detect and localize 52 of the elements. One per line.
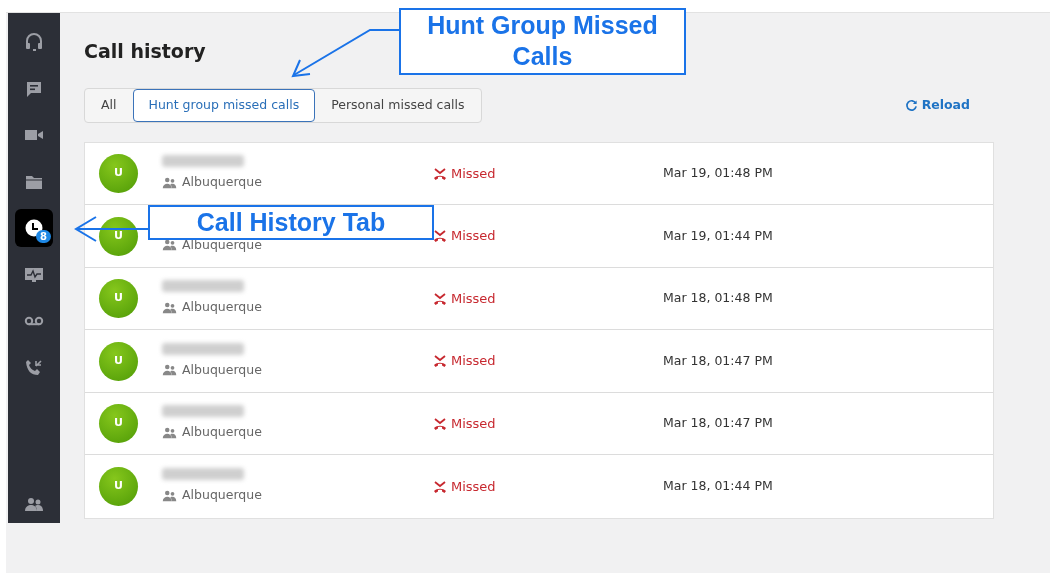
avatar: U	[99, 279, 138, 318]
call-time: Mar 19, 01:48 PM	[663, 164, 773, 183]
annotation-callout: Call History Tab	[148, 205, 434, 240]
avatar: U	[99, 154, 138, 193]
call-row[interactable]: U Albuquerque Missed Mar 18, 01:47 PM	[85, 392, 993, 456]
location-text: Albuquerque	[182, 173, 262, 192]
call-row[interactable]: U Albuquerque Missed Mar 19, 01:48 PM	[85, 142, 993, 206]
call-status: Missed	[451, 352, 496, 371]
filter-tab[interactable]: Personal missed calls	[315, 89, 481, 122]
reload-icon	[904, 98, 918, 112]
filter-tab[interactable]: Hunt group missed calls	[132, 89, 316, 122]
call-row[interactable]: U Albuquerque Missed Mar 18, 01:47 PM	[85, 330, 993, 393]
people-icon	[162, 489, 177, 502]
call-status: Missed	[451, 414, 496, 433]
missed-call-icon	[433, 291, 447, 306]
sidebar-item[interactable]: 8	[15, 209, 53, 247]
people-icon	[162, 239, 177, 251]
call-time: Mar 18, 01:48 PM	[663, 289, 773, 308]
people-icon	[162, 426, 177, 439]
location-text: Albuquerque	[182, 360, 262, 379]
call-time: Mar 18, 01:47 PM	[663, 414, 773, 433]
count-badge: 8	[36, 230, 51, 243]
avatar: U	[99, 216, 138, 256]
people-icon	[162, 301, 177, 314]
headset-icon	[24, 32, 44, 52]
call-status: Missed	[451, 477, 496, 496]
missed-call-icon	[433, 229, 447, 243]
annotation-callout: Hunt Group Missed Calls	[399, 8, 686, 75]
missed-call-icon	[433, 354, 447, 368]
call-time: Mar 19, 01:44 PM	[663, 226, 773, 245]
avatar: U	[99, 404, 138, 443]
people-icon	[162, 364, 177, 376]
missed-call-icon	[433, 416, 447, 431]
call-time: Mar 18, 01:44 PM	[663, 477, 773, 496]
people-icon	[162, 176, 177, 189]
phone-arrows-icon	[24, 357, 44, 378]
call-status: Missed	[451, 289, 496, 308]
avatar: U	[99, 341, 138, 381]
page-title: Call history	[84, 39, 206, 64]
call-row[interactable]: U Albuquerque Missed Mar 18, 01:44 PM	[85, 455, 993, 518]
location-text: Albuquerque	[182, 423, 262, 442]
reload-button[interactable]: Reload	[904, 96, 970, 115]
missed-call-icon	[433, 479, 447, 494]
call-time: Mar 18, 01:47 PM	[663, 351, 773, 370]
missed-call-icon	[433, 166, 447, 181]
location-text: Albuquerque	[182, 298, 262, 317]
call-status: Missed	[451, 164, 496, 183]
call-status: Missed	[451, 227, 496, 246]
avatar: U	[99, 467, 138, 506]
call-row[interactable]: U Albuquerque Missed Mar 18, 01:48 PM	[85, 267, 993, 331]
filter-tab[interactable]: All	[85, 89, 133, 122]
location-text: Albuquerque	[182, 486, 262, 505]
